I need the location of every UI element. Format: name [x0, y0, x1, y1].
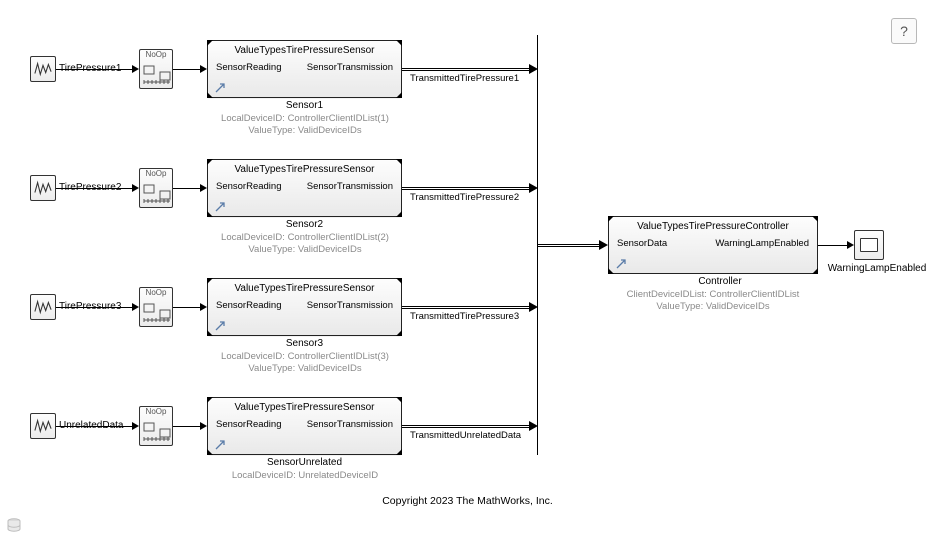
rate-transition-icon: [142, 419, 172, 443]
link-icon: [214, 201, 226, 213]
arrow-icon: [200, 184, 207, 192]
noop-block-3[interactable]: NoOp: [139, 287, 173, 327]
sensor-param1-3: LocalDeviceID: ControllerClientIDList(3): [195, 351, 415, 363]
signal-icon: [34, 417, 52, 435]
source-block-3[interactable]: [30, 294, 56, 320]
wire: [173, 188, 203, 189]
noop-label: NoOp: [140, 50, 172, 59]
signal-icon: [34, 298, 52, 316]
signal-label-1: TransmittedTirePressure1: [410, 73, 519, 84]
sensor-header: ValueTypesTirePressureSensor: [208, 398, 401, 413]
sensor-header: ValueTypesTirePressureSensor: [208, 279, 401, 294]
arrow-icon: [132, 65, 139, 73]
arrow-icon: [132, 303, 139, 311]
arrow-icon: [132, 422, 139, 430]
link-icon: [214, 82, 226, 94]
wire: [56, 188, 136, 189]
noop-block-4[interactable]: NoOp: [139, 406, 173, 446]
sensor-header: ValueTypesTirePressureSensor: [208, 160, 401, 175]
controller-block[interactable]: ValueTypesTirePressureController SensorD…: [608, 216, 818, 274]
wire: [56, 307, 136, 308]
sensor-out-port: SensorTransmission: [307, 181, 393, 192]
arrow-icon: [847, 241, 854, 249]
copyright-text: Copyright 2023 The MathWorks, Inc.: [0, 495, 935, 507]
noop-label: NoOp: [140, 169, 172, 178]
noop-block-1[interactable]: NoOp: [139, 49, 173, 89]
sensor-out-port: SensorTransmission: [307, 300, 393, 311]
signal-label-2: TransmittedTirePressure2: [410, 192, 519, 203]
noop-block-2[interactable]: NoOp: [139, 168, 173, 208]
arrow-icon: [200, 65, 207, 73]
rate-transition-icon: [142, 181, 172, 205]
sensor-block-1[interactable]: ValueTypesTirePressureSensor SensorReadi…: [207, 40, 402, 98]
sensor-param1-2: LocalDeviceID: ControllerClientIDList(2): [195, 232, 415, 244]
bus-wire: [402, 68, 532, 71]
sensor-name-2: Sensor2: [207, 219, 402, 230]
noop-label: NoOp: [140, 288, 172, 297]
wire: [173, 69, 203, 70]
sensor-header: ValueTypesTirePressureSensor: [208, 41, 401, 56]
wire: [173, 307, 203, 308]
rate-transition-icon: [142, 300, 172, 324]
arrow-icon: [132, 184, 139, 192]
sensor-out-port: SensorTransmission: [307, 419, 393, 430]
source-block-4[interactable]: [30, 413, 56, 439]
sensor-name-3: Sensor3: [207, 338, 402, 349]
database-icon: [6, 518, 22, 534]
sensor-param1-4: LocalDeviceID: UnrelatedDeviceID: [195, 470, 415, 482]
sensor-param2-2: ValueType: ValidDeviceIDs: [195, 244, 415, 256]
scope-screen-icon: [860, 238, 878, 252]
signal-icon: [34, 60, 52, 78]
controller-param2: ValueType: ValidDeviceIDs: [608, 301, 818, 313]
sensor-in-port: SensorReading: [216, 300, 282, 311]
sensor-block-4[interactable]: ValueTypesTirePressureSensor SensorReadi…: [207, 397, 402, 455]
help-icon: ?: [900, 23, 908, 39]
help-button[interactable]: ?: [891, 18, 917, 44]
bus-wire: [402, 425, 532, 428]
link-icon: [214, 320, 226, 332]
noop-label: NoOp: [140, 407, 172, 416]
sensor-block-2[interactable]: ValueTypesTirePressureSensor SensorReadi…: [207, 159, 402, 217]
bus-wire: [402, 306, 532, 309]
controller-param1: ClientDeviceIDList: ControllerClientIDLi…: [608, 289, 818, 301]
sensor-name-1: Sensor1: [207, 100, 402, 111]
sensor-param2-1: ValueType: ValidDeviceIDs: [195, 125, 415, 137]
bus-wire: [402, 187, 532, 190]
wire: [56, 426, 136, 427]
arrow-icon: [200, 303, 207, 311]
wire: [56, 69, 136, 70]
signal-label-3: TransmittedTirePressure3: [410, 311, 519, 322]
sensor-block-3[interactable]: ValueTypesTirePressureSensor SensorReadi…: [207, 278, 402, 336]
controller-header: ValueTypesTirePressureController: [609, 217, 817, 232]
link-icon: [214, 439, 226, 451]
sensor-in-port: SensorReading: [216, 62, 282, 73]
bus-wire: [537, 244, 602, 247]
wire: [173, 426, 203, 427]
rate-transition-icon: [142, 62, 172, 86]
signal-label-4: TransmittedUnrelatedData: [410, 430, 521, 441]
wire: [818, 245, 850, 246]
scope-label: WarningLampEnabled: [822, 263, 932, 274]
source-block-2[interactable]: [30, 175, 56, 201]
sensor-out-port: SensorTransmission: [307, 62, 393, 73]
link-icon: [615, 258, 627, 270]
sensor-param1-1: LocalDeviceID: ControllerClientIDList(1): [195, 113, 415, 125]
sensor-param2-3: ValueType: ValidDeviceIDs: [195, 363, 415, 375]
controller-out-port: WarningLampEnabled: [715, 238, 809, 249]
signal-icon: [34, 179, 52, 197]
source-block-1[interactable]: [30, 56, 56, 82]
scope-block[interactable]: [854, 230, 884, 260]
sensor-name-4: SensorUnrelated: [207, 457, 402, 468]
bus-arrow-icon: [599, 240, 608, 250]
arrow-icon: [200, 422, 207, 430]
controller-in-port: SensorData: [617, 238, 667, 249]
sensor-in-port: SensorReading: [216, 181, 282, 192]
sensor-in-port: SensorReading: [216, 419, 282, 430]
controller-name: Controller: [615, 276, 825, 287]
